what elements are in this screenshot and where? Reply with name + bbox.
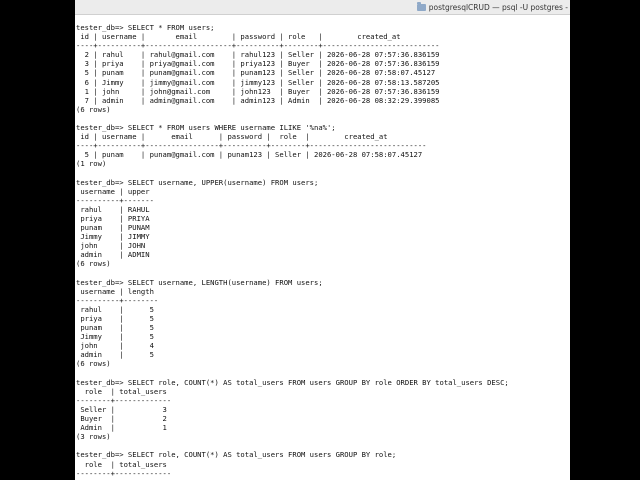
- terminal-line: admin | ADMIN: [76, 250, 150, 260]
- terminal-line: (3 rows): [76, 432, 111, 442]
- terminal-line: tester_db=> SELECT role, COUNT(*) AS tot…: [76, 450, 397, 460]
- terminal-line: 3 | priya | priya@gmail.com | priya123 |…: [76, 59, 440, 69]
- terminal-line: 1 | john | john@gmail.com | john123 | Bu…: [76, 86, 440, 96]
- terminal-line: rahul | RAHUL: [76, 204, 150, 214]
- terminal-line: admin | 5: [76, 350, 154, 360]
- background-edge: [570, 0, 640, 480]
- terminal-line: ----------+--------: [76, 295, 159, 305]
- terminal-line: tester_db=> SELECT * FROM users;: [76, 23, 215, 32]
- terminal-line: (6 rows): [76, 359, 111, 369]
- terminal-line: 6 | Jimmy | jimmy@gmail.com | jimmy123 |…: [76, 77, 440, 87]
- terminal-line: tester_db=> SELECT * FROM users WHERE us…: [76, 123, 336, 133]
- terminal-line: --------+-------------: [76, 468, 172, 478]
- terminal-line: (1 row): [76, 159, 107, 169]
- terminal-line: (6 rows): [76, 259, 111, 269]
- terminal-line: Jimmy | 5: [76, 332, 154, 342]
- terminal-window: postgresqlCRUD — psql -U postgres - test…: [75, 0, 570, 480]
- terminal-line: (6 rows): [76, 104, 111, 114]
- terminal-line: ----+----------+--------------------+---…: [76, 41, 440, 51]
- terminal-line: rahul | 5: [76, 304, 154, 314]
- folder-icon: [416, 1, 426, 11]
- terminal-line: tester_db=> SELECT username, UPPER(usern…: [76, 177, 319, 187]
- title-bar[interactable]: postgresqlCRUD — psql -U postgres -: [75, 0, 570, 15]
- terminal-line: username | upper: [76, 186, 150, 196]
- terminal-line: role | total_users: [76, 459, 167, 469]
- terminal-line: 7 | admin | admin@gmail.com | admin123 |…: [76, 95, 440, 105]
- title-wrap: postgresqlCRUD — psql -U postgres -: [416, 1, 568, 13]
- terminal-line: tester_db=> SELECT role, COUNT(*) AS tot…: [76, 377, 509, 387]
- terminal-line: username | length: [76, 286, 154, 296]
- terminal-line: ----+----------+-----------------+------…: [76, 141, 427, 151]
- terminal-line: --------+-------------: [76, 395, 172, 405]
- terminal-line: 5 | punam | punam@gmail.com | punam123 |…: [76, 150, 423, 160]
- terminal-line: john | JOHN: [76, 241, 146, 251]
- terminal-line: ----------+-------: [76, 195, 154, 205]
- terminal-line: punam | PUNAM: [76, 223, 150, 233]
- terminal-line: 2 | rahul | rahul@gmail.com | rahul123 |…: [76, 50, 440, 60]
- terminal-line: Admin | 1: [76, 423, 167, 433]
- terminal-line: john | 4: [76, 341, 154, 351]
- terminal-line: 5 | punam | punam@gmail.com | punam123 |…: [76, 68, 436, 78]
- terminal-line: id | username | email | password | role …: [76, 32, 401, 42]
- terminal-line: priya | PRIYA: [76, 213, 150, 223]
- terminal-line: priya | 5: [76, 314, 154, 323]
- terminal-line: punam | 5: [76, 323, 154, 333]
- terminal-line: Seller | 3: [76, 404, 167, 414]
- terminal-line: role | total_users: [76, 386, 167, 396]
- terminal-line: tester_db=> SELECT username, LENGTH(user…: [76, 277, 323, 287]
- terminal-line: id | username | email | password | role …: [76, 132, 388, 142]
- terminal-line: Buyer | 2: [76, 414, 167, 424]
- window-title: postgresqlCRUD — psql -U postgres -: [428, 2, 568, 12]
- terminal-line: Jimmy | JIMMY: [76, 232, 150, 242]
- terminal-output[interactable]: tester_db=> SELECT * FROM users; id | us…: [76, 23, 570, 480]
